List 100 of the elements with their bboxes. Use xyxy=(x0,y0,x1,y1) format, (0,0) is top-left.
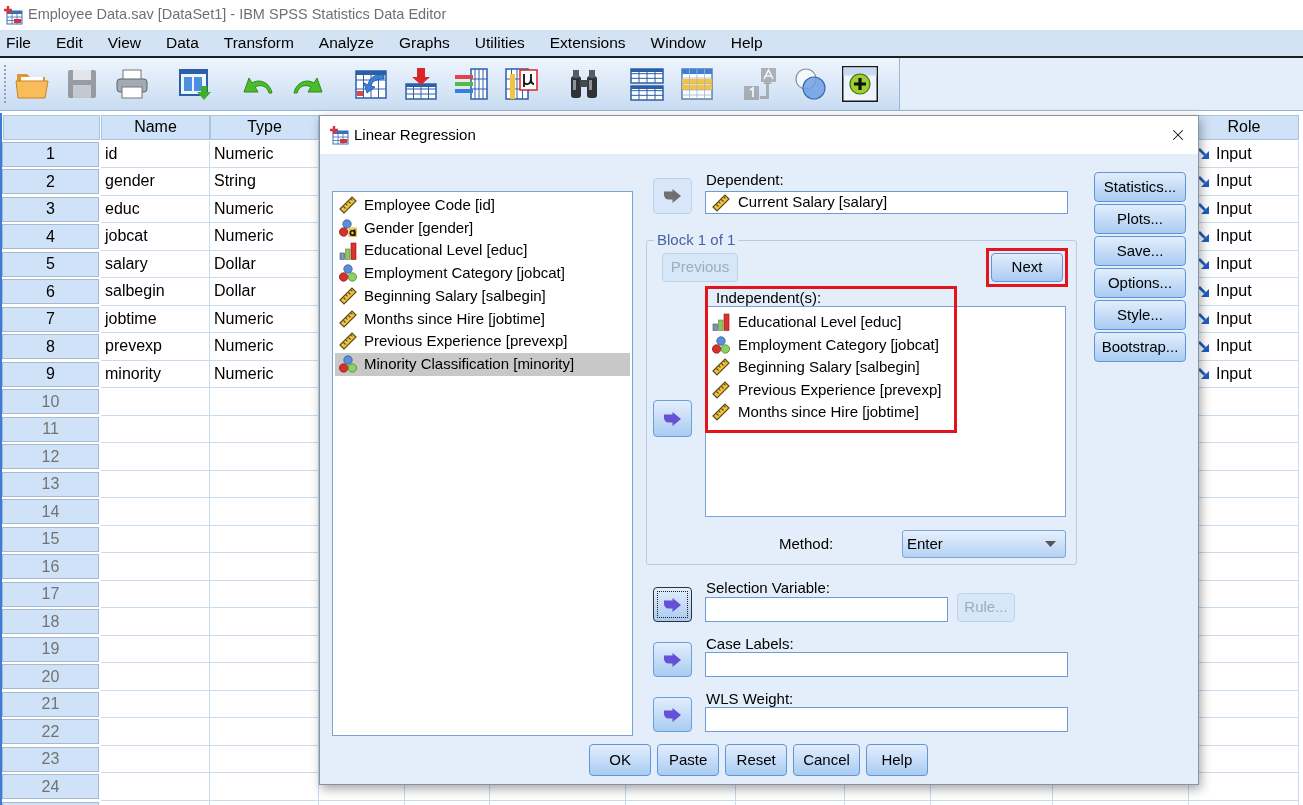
row-header[interactable]: 5 xyxy=(2,251,99,277)
table-cell: jobcat xyxy=(101,223,210,251)
overlapping-circles-icon[interactable] xyxy=(792,66,828,102)
window-down-arrow-icon[interactable] xyxy=(177,66,213,102)
row-header[interactable]: 6 xyxy=(2,279,99,305)
row-header[interactable]: 3 xyxy=(2,196,99,222)
table-cell-text: Input xyxy=(1216,143,1252,164)
table-cell-text: Input xyxy=(1216,171,1252,192)
dialog-button[interactable]: Help xyxy=(865,744,928,776)
row-header[interactable]: 11 xyxy=(2,416,99,442)
row-header[interactable]: 18 xyxy=(2,609,99,635)
list-item[interactable]: Employment Category [jobcat] xyxy=(709,333,941,356)
window-title: Employee Data.sav [DataSet1] - IBM SPSS Statistics Data Editor xyxy=(28,5,447,25)
list-item[interactable]: Minority Classification [minority] xyxy=(335,352,630,376)
row-header[interactable]: 1 xyxy=(2,141,99,167)
list-item[interactable]: Employee Code [id] xyxy=(335,194,630,217)
row-header[interactable]: 2 xyxy=(2,169,99,195)
side-button[interactable]: Statistics... xyxy=(1094,172,1186,202)
row-header[interactable]: 22 xyxy=(2,719,99,745)
row-header[interactable]: 19 xyxy=(2,636,99,662)
grid-mu-icon[interactable] xyxy=(503,66,539,102)
row-header[interactable]: 8 xyxy=(2,334,99,360)
three-circles-icon xyxy=(339,264,357,283)
row-header[interactable]: 20 xyxy=(2,664,99,690)
grid-down-arrow-icon[interactable] xyxy=(403,66,439,102)
input-field[interactable] xyxy=(705,597,948,622)
ruler-icon xyxy=(339,196,357,215)
printer-icon[interactable] xyxy=(114,66,150,102)
menu-item[interactable]: Graphs xyxy=(399,33,450,53)
arrow-icon xyxy=(664,597,681,612)
list-item[interactable]: Educational Level [educ] xyxy=(335,239,630,263)
independents-list[interactable]: Educational Level [educ] Employment Category [jobcat] Beginning Salary [salbegin] Previous Experience [prevexp] Months since Hire [jobtime] xyxy=(705,306,1066,517)
list-item[interactable]: Previous Experience [prevexp] xyxy=(709,378,944,401)
row-header[interactable]: 21 xyxy=(2,691,99,717)
menu-item[interactable]: View xyxy=(107,33,142,53)
row-header[interactable]: 17 xyxy=(2,581,99,607)
table-cell: gender xyxy=(101,168,210,196)
list-item[interactable]: Months since Hire [jobtime] xyxy=(335,307,630,331)
three-circles-icon xyxy=(712,335,730,354)
table-cell-text: Input xyxy=(1216,308,1252,329)
menu-item[interactable]: Help xyxy=(730,33,763,53)
field-label: Independent(s): xyxy=(716,289,822,306)
arrow-button[interactable] xyxy=(653,587,692,622)
side-button[interactable]: Bootstrap... xyxy=(1094,332,1186,362)
column-header[interactable]: Type xyxy=(210,114,319,140)
table-cell-text: Input xyxy=(1216,226,1252,247)
variable-list[interactable] xyxy=(332,191,633,736)
column-list-icon[interactable] xyxy=(453,66,489,102)
field-label: Selection Variable: xyxy=(705,580,830,597)
arrow-icon xyxy=(664,189,681,203)
method-dropdown[interactable]: Enter xyxy=(902,530,1066,558)
side-button[interactable]: Style... xyxy=(1094,300,1186,330)
ruler-icon xyxy=(712,380,730,399)
dialog-button[interactable]: Paste xyxy=(657,744,720,776)
list-item[interactable]: Months since Hire [jobtime] xyxy=(709,401,921,424)
stacked-grids-icon[interactable] xyxy=(629,66,665,102)
menu-item[interactable]: Transform xyxy=(223,33,294,53)
menu-item[interactable]: Extensions xyxy=(549,33,626,53)
row-header[interactable]: 15 xyxy=(2,526,99,552)
ruler-icon xyxy=(339,287,357,306)
row-header[interactable]: 24 xyxy=(2,774,99,800)
menu-item[interactable]: Edit xyxy=(56,33,83,53)
ruler-icon xyxy=(712,403,730,422)
dialog-button[interactable]: OK xyxy=(589,744,652,776)
list-item[interactable]: Employment Category [jobcat] xyxy=(335,262,630,285)
menu-item[interactable]: Data xyxy=(166,33,199,53)
row-header[interactable]: 16 xyxy=(2,554,99,580)
input-field[interactable] xyxy=(705,707,1068,732)
row-header[interactable]: 9 xyxy=(2,361,99,387)
dependent-field[interactable]: Current Salary [salary] xyxy=(705,191,1068,214)
menu-item[interactable]: Analyze xyxy=(318,33,374,53)
row-header[interactable]: 10 xyxy=(2,389,99,415)
list-item[interactable]: Beginning Salary [salbegin] xyxy=(335,284,630,308)
list-item[interactable]: Beginning Salary [salbegin] xyxy=(709,356,922,379)
table-cell-text: Input xyxy=(1216,198,1252,219)
row-header[interactable]: 7 xyxy=(2,306,99,332)
list-item[interactable]: Gender [gender] xyxy=(335,216,630,240)
side-button[interactable]: Save... xyxy=(1094,236,1186,266)
dialog-button[interactable]: Reset xyxy=(725,744,788,776)
row-header[interactable]: 14 xyxy=(2,499,99,525)
table-grid-icon[interactable] xyxy=(679,66,715,102)
row-header[interactable]: 4 xyxy=(2,224,99,250)
row-header[interactable]: 13 xyxy=(2,471,99,497)
menu-item[interactable]: Window xyxy=(650,33,706,53)
side-button[interactable]: Plots... xyxy=(1094,204,1186,234)
table-cell-text: Input xyxy=(1216,336,1252,357)
list-item[interactable]: Previous Experience [prevexp] xyxy=(335,330,630,353)
menu-item[interactable]: Utilities xyxy=(474,33,525,53)
table-cell: minority xyxy=(101,360,210,388)
circles-letter-icon xyxy=(339,219,357,238)
side-button[interactable]: Options... xyxy=(1094,268,1186,298)
row-header[interactable]: 23 xyxy=(2,746,99,772)
column-header[interactable]: Name xyxy=(101,114,210,140)
next-button[interactable]: Next xyxy=(991,253,1063,282)
dialog-button[interactable]: Cancel xyxy=(793,744,860,776)
table-cell: prevexp xyxy=(101,333,210,361)
input-field[interactable] xyxy=(705,652,1068,677)
list-item[interactable]: Educational Level [educ] xyxy=(709,311,904,334)
menu-item[interactable]: File xyxy=(6,33,31,53)
row-header[interactable]: 12 xyxy=(2,444,99,470)
